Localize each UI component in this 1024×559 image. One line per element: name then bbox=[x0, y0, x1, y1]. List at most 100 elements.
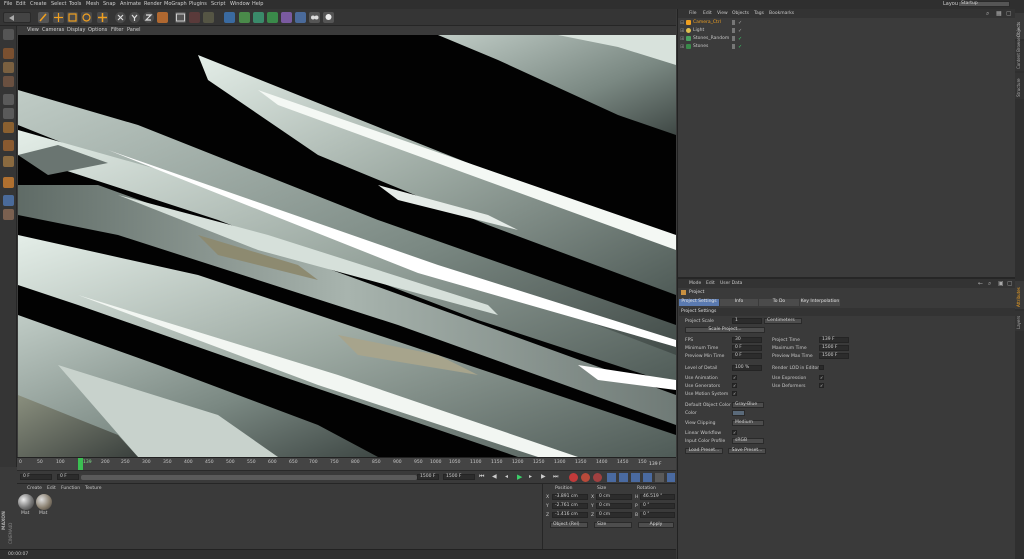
material-menu-function[interactable]: Function bbox=[61, 486, 80, 491]
size-z-field[interactable]: 0 cm bbox=[596, 512, 632, 518]
attr-menu-user-data[interactable]: User Data bbox=[720, 281, 742, 286]
menu-plugins[interactable]: Plugins bbox=[189, 1, 207, 7]
om-menu-view[interactable]: View bbox=[717, 11, 728, 16]
use-generators-checkbox[interactable]: ✓ bbox=[732, 383, 737, 388]
menu-window[interactable]: Window bbox=[230, 1, 250, 7]
use-animation-checkbox[interactable]: ✓ bbox=[732, 375, 737, 380]
object-row[interactable]: ⊟ Camera_Ctrl ✓ bbox=[678, 19, 1016, 27]
viewport-menu-filter[interactable]: Filter bbox=[111, 27, 123, 33]
use-deformers-checkbox[interactable]: ✓ bbox=[819, 383, 824, 388]
maximum-time-field[interactable]: 1500 F bbox=[819, 345, 849, 351]
rotation-key-icon[interactable] bbox=[631, 473, 640, 482]
object-name[interactable]: Camera_Ctrl bbox=[693, 20, 721, 25]
scale-icon[interactable] bbox=[67, 12, 78, 23]
keyframe-selection-icon[interactable] bbox=[593, 473, 602, 482]
material-menu-texture[interactable]: Texture bbox=[85, 486, 101, 491]
menu-script[interactable]: Script bbox=[211, 1, 226, 7]
new-window-icon[interactable]: ▢ bbox=[1006, 10, 1012, 17]
preview-min-field[interactable]: 0 F bbox=[732, 353, 762, 359]
viewport-menu-display[interactable]: Display bbox=[67, 27, 85, 33]
timeline-window-icon[interactable] bbox=[667, 473, 675, 482]
light-icon[interactable] bbox=[323, 12, 334, 23]
viewport-menu-cameras[interactable]: Cameras bbox=[42, 27, 64, 33]
position-x-field[interactable]: -3.891 cm bbox=[552, 494, 588, 500]
enabled-icon[interactable]: ✓ bbox=[738, 36, 742, 42]
menu-animate[interactable]: Animate bbox=[120, 1, 141, 7]
material-menu-edit[interactable]: Edit bbox=[47, 486, 56, 491]
rotate-icon[interactable] bbox=[81, 12, 92, 23]
scale-key-icon[interactable] bbox=[619, 473, 628, 482]
material-swatch[interactable] bbox=[18, 494, 34, 510]
axis-mode-icon[interactable] bbox=[3, 140, 14, 151]
visibility-dots-icon[interactable] bbox=[732, 20, 735, 25]
object-row[interactable]: ⊞ Light ✓ bbox=[678, 27, 1016, 35]
tab-project-settings[interactable]: Project Settings bbox=[679, 299, 719, 306]
texture-mode-icon[interactable] bbox=[3, 62, 14, 73]
rotation-b-field[interactable]: 0 ° bbox=[640, 512, 675, 518]
expand-icon[interactable]: ⊞ bbox=[680, 28, 684, 34]
minimum-time-field[interactable]: 0 F bbox=[732, 345, 762, 351]
menu-select[interactable]: Select bbox=[51, 1, 66, 7]
subdivision-icon[interactable] bbox=[253, 12, 264, 23]
attr-menu-edit[interactable]: Edit bbox=[706, 281, 715, 286]
om-menu-file[interactable]: File bbox=[689, 11, 697, 16]
points-mode-icon[interactable] bbox=[3, 94, 14, 105]
tweak-mode-icon[interactable] bbox=[3, 156, 14, 167]
camera-icon[interactable] bbox=[309, 12, 320, 23]
side-tab-layers[interactable]: Layers bbox=[1015, 311, 1024, 331]
scale-project-button[interactable]: Scale Project... bbox=[685, 327, 765, 333]
expand-icon[interactable]: ⊟ bbox=[680, 20, 684, 26]
enabled-icon[interactable]: ✓ bbox=[738, 44, 742, 50]
viewport-menu-panel[interactable]: Panel bbox=[127, 27, 141, 33]
previous-frame-icon[interactable]: ◂ bbox=[505, 473, 514, 482]
move-icon[interactable] bbox=[53, 12, 64, 23]
material-swatch[interactable] bbox=[36, 494, 52, 510]
side-tab-attributes[interactable]: Attributes bbox=[1015, 281, 1024, 309]
range-slider[interactable] bbox=[81, 475, 417, 480]
record-keys-icon[interactable] bbox=[569, 473, 578, 482]
tab-to-do[interactable]: To Do bbox=[759, 299, 799, 306]
enabled-icon[interactable]: ✓ bbox=[738, 28, 742, 34]
workplane-lock-icon[interactable] bbox=[3, 195, 14, 206]
visibility-dots-icon[interactable] bbox=[732, 28, 735, 33]
coordinate-system-icon[interactable] bbox=[157, 12, 168, 23]
range-min-field[interactable]: 0 F bbox=[57, 474, 79, 480]
go-to-end-icon[interactable]: ⏭ bbox=[553, 473, 562, 482]
new-window-icon[interactable]: ▢ bbox=[1007, 280, 1013, 287]
autokey-icon[interactable] bbox=[581, 473, 590, 482]
rotation-p-field[interactable]: 0 ° bbox=[640, 503, 675, 509]
viewport-menu-view[interactable]: View bbox=[27, 27, 39, 33]
search-icon[interactable]: ⌕ bbox=[988, 280, 991, 288]
lod-field[interactable]: 100 % bbox=[732, 365, 762, 371]
viewport-menu-options[interactable]: Options bbox=[88, 27, 107, 33]
lock-icon[interactable]: ▣ bbox=[998, 280, 1004, 287]
render-lod-checkbox[interactable] bbox=[819, 365, 824, 370]
next-frame-icon[interactable]: ▸ bbox=[529, 473, 538, 482]
menu-render[interactable]: Render bbox=[144, 1, 162, 7]
add-object-icon[interactable] bbox=[97, 12, 108, 23]
undo-icon[interactable] bbox=[3, 12, 31, 23]
end-frame-field[interactable]: 1500 F bbox=[443, 474, 475, 480]
linear-workflow-checkbox[interactable]: ✓ bbox=[732, 430, 737, 435]
viewport-3d[interactable] bbox=[18, 35, 676, 457]
load-preset-button[interactable]: Load Preset... bbox=[685, 448, 723, 454]
model-mode-icon[interactable] bbox=[3, 48, 14, 59]
menu-create[interactable]: Create bbox=[30, 1, 47, 7]
make-editable-icon[interactable] bbox=[3, 29, 14, 40]
start-frame-field[interactable]: 0 F bbox=[20, 474, 52, 480]
pen-icon[interactable] bbox=[239, 12, 250, 23]
menu-mograph[interactable]: MoGraph bbox=[164, 1, 187, 7]
render-settings-icon[interactable] bbox=[203, 12, 214, 23]
om-menu-edit[interactable]: Edit bbox=[703, 11, 712, 16]
object-row[interactable]: ⊞ Stones ✓ bbox=[678, 43, 1016, 51]
previous-key-icon[interactable]: ◀ bbox=[492, 473, 501, 482]
position-z-field[interactable]: -1.416 cm bbox=[552, 512, 588, 518]
position-key-icon[interactable] bbox=[607, 473, 616, 482]
floor-icon[interactable] bbox=[295, 12, 306, 23]
play-icon[interactable]: ▶ bbox=[517, 473, 526, 482]
visibility-dots-icon[interactable] bbox=[732, 36, 735, 41]
coord-size-dropdown[interactable]: Size bbox=[594, 522, 632, 528]
object-name[interactable]: Light bbox=[693, 28, 704, 33]
object-name[interactable]: Stones_Random bbox=[693, 36, 729, 41]
go-to-start-icon[interactable]: ⏮ bbox=[479, 473, 488, 482]
